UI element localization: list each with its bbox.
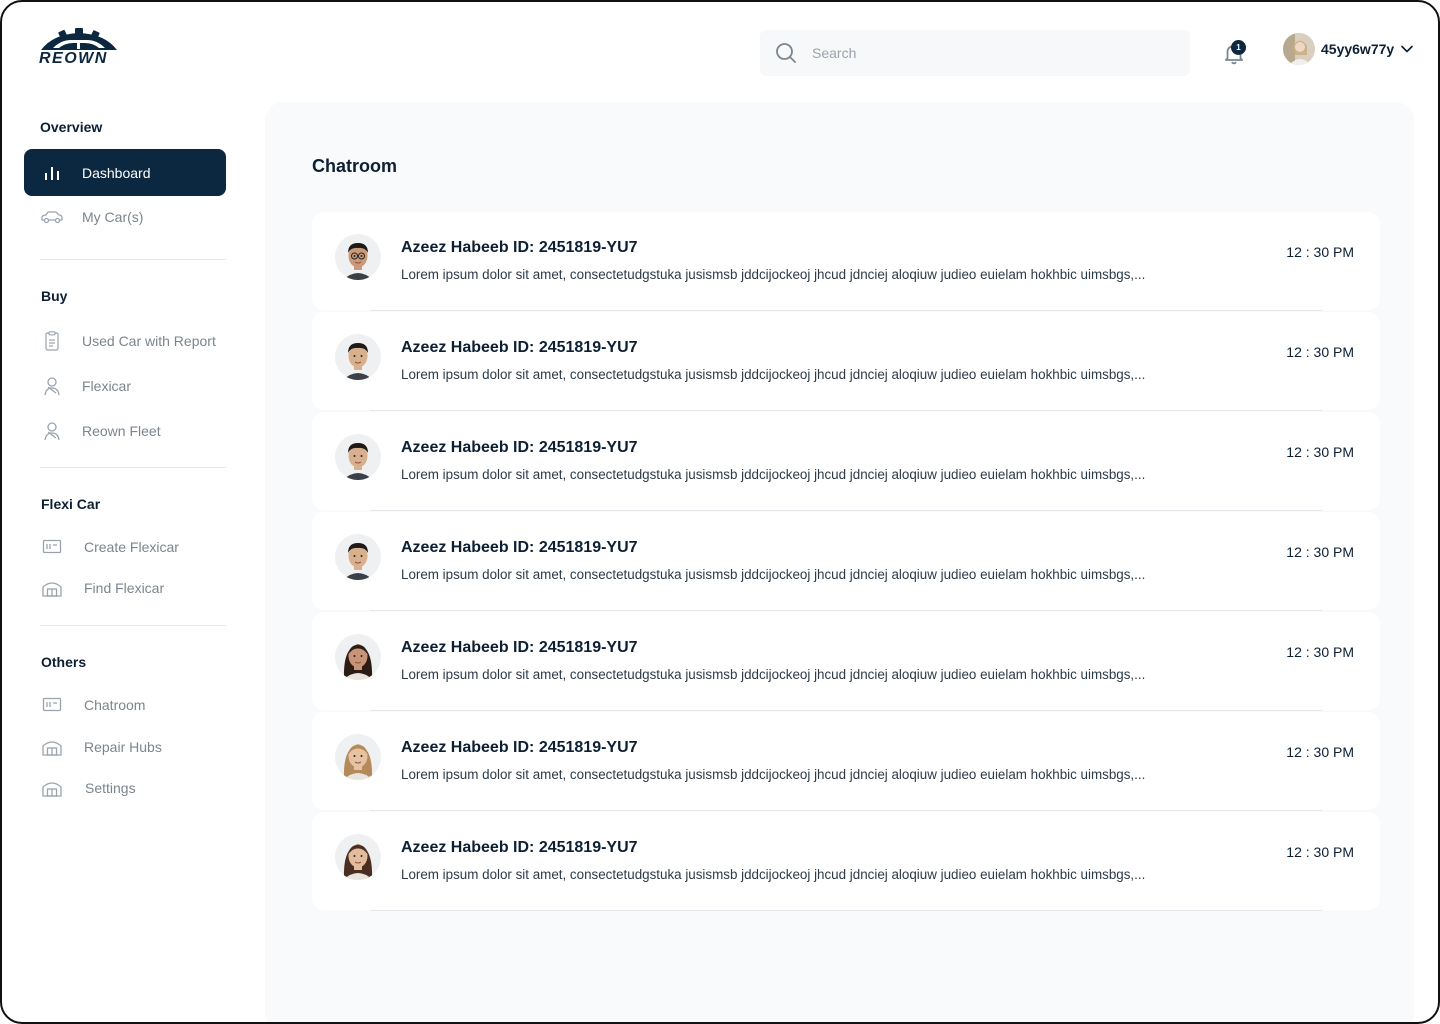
user-menu[interactable]: 45yy6w77y xyxy=(1283,33,1414,65)
monitor-icon xyxy=(40,535,64,559)
monitor-icon xyxy=(40,693,64,717)
garage-icon xyxy=(40,576,64,600)
sidebar-item-dashboard[interactable]: Dashboard xyxy=(24,149,226,196)
person-key-icon xyxy=(40,374,64,398)
message-time: 12 : 30 PM xyxy=(1286,444,1354,460)
sidebar-item-label: Chatroom xyxy=(84,697,146,713)
search-icon xyxy=(776,43,796,63)
user-name: 45yy6w77y xyxy=(1321,41,1395,57)
sidebar-item-label: My Car(s) xyxy=(82,209,144,225)
message-time: 12 : 30 PM xyxy=(1286,244,1354,260)
message-preview: Lorem ipsum dolor sit amet, consectetudg… xyxy=(401,467,1146,482)
reown-logo[interactable]: REOWN xyxy=(39,28,119,68)
section-title-overview: Overview xyxy=(40,119,103,135)
sidebar-item-find-flexicar[interactable]: Find Flexicar xyxy=(24,566,226,610)
search-bar[interactable] xyxy=(760,30,1190,76)
contact-name: Azeez Habeeb ID: 2451819-YU7 xyxy=(401,239,638,256)
sidebar-item-label: Repair Hubs xyxy=(84,739,162,755)
main-content: Chatroom Azeez Habeeb ID: 2451819-YU7 Lo… xyxy=(265,102,1414,1022)
section-title-others: Others xyxy=(41,654,87,670)
person-key-icon xyxy=(40,419,64,443)
sidebar-divider xyxy=(40,259,226,260)
sidebar-item-label: Used Car with Report xyxy=(82,333,216,349)
report-clipboard-icon xyxy=(40,329,64,353)
user-avatar xyxy=(1283,33,1315,65)
sidebar-divider xyxy=(40,467,226,468)
notification-badge: 1 xyxy=(1231,40,1246,55)
sidebar-item-label: Create Flexicar xyxy=(84,539,179,555)
message-preview: Lorem ipsum dolor sit amet, consectetudg… xyxy=(401,367,1146,382)
message-time: 12 : 30 PM xyxy=(1286,744,1354,760)
sidebar-item-my-cars[interactable]: My Car(s) xyxy=(24,195,226,239)
message-time: 12 : 30 PM xyxy=(1286,844,1354,860)
contact-name: Azeez Habeeb ID: 2451819-YU7 xyxy=(401,739,638,756)
contact-name: Azeez Habeeb ID: 2451819-YU7 xyxy=(401,839,638,856)
contact-avatar xyxy=(335,234,381,280)
chat-list-item[interactable]: Azeez Habeeb ID: 2451819-YU7 Lorem ipsum… xyxy=(312,612,1380,711)
car-icon xyxy=(40,205,64,229)
sidebar-item-label: Reown Fleet xyxy=(82,423,161,439)
contact-name: Azeez Habeeb ID: 2451819-YU7 xyxy=(401,439,638,456)
chat-list-item[interactable]: Azeez Habeeb ID: 2451819-YU7 Lorem ipsum… xyxy=(312,512,1380,611)
contact-avatar xyxy=(335,634,381,680)
message-preview: Lorem ipsum dolor sit amet, consectetudg… xyxy=(401,767,1146,782)
contact-name: Azeez Habeeb ID: 2451819-YU7 xyxy=(401,339,638,356)
app-window: REOWN 1 45yy6w77y xyxy=(0,0,1440,1024)
sidebar-item-label: Settings xyxy=(85,780,136,796)
gear-car-logo-icon xyxy=(41,28,117,50)
message-time: 12 : 30 PM xyxy=(1286,344,1354,360)
message-preview: Lorem ipsum dolor sit amet, consectetudg… xyxy=(401,867,1146,882)
contact-avatar xyxy=(335,734,381,780)
sidebar-item-settings[interactable]: Settings xyxy=(24,766,226,810)
contact-name: Azeez Habeeb ID: 2451819-YU7 xyxy=(401,639,638,656)
message-time: 12 : 30 PM xyxy=(1286,644,1354,660)
message-preview: Lorem ipsum dolor sit amet, consectetudg… xyxy=(401,267,1146,282)
logo-wordmark: REOWN xyxy=(39,50,108,67)
contact-name: Azeez Habeeb ID: 2451819-YU7 xyxy=(401,539,638,556)
sidebar-item-used-car-report[interactable]: Used Car with Report xyxy=(24,319,226,363)
chat-list-item[interactable]: Azeez Habeeb ID: 2451819-YU7 Lorem ipsum… xyxy=(312,312,1380,411)
sidebar-item-create-flexicar[interactable]: Create Flexicar xyxy=(24,525,226,569)
section-title-buy: Buy xyxy=(41,288,68,304)
search-input[interactable] xyxy=(812,45,1172,61)
garage-icon xyxy=(40,776,64,800)
contact-avatar xyxy=(335,434,381,480)
sidebar-item-reown-fleet[interactable]: Reown Fleet xyxy=(24,409,226,453)
garage-icon xyxy=(40,735,64,759)
message-preview: Lorem ipsum dolor sit amet, consectetudg… xyxy=(401,667,1146,682)
chat-list-item[interactable]: Azeez Habeeb ID: 2451819-YU7 Lorem ipsum… xyxy=(312,812,1380,911)
chat-list-item[interactable]: Azeez Habeeb ID: 2451819-YU7 Lorem ipsum… xyxy=(312,212,1380,311)
chat-list: Azeez Habeeb ID: 2451819-YU7 Lorem ipsum… xyxy=(312,212,1380,912)
chevron-down-icon xyxy=(1401,45,1413,53)
sidebar-item-chatroom[interactable]: Chatroom xyxy=(24,683,226,727)
sidebar-item-repair-hubs[interactable]: Repair Hubs xyxy=(24,725,226,769)
bar-chart-icon xyxy=(40,161,64,185)
chat-list-item[interactable]: Azeez Habeeb ID: 2451819-YU7 Lorem ipsum… xyxy=(312,412,1380,511)
message-time: 12 : 30 PM xyxy=(1286,544,1354,560)
page-title: Chatroom xyxy=(312,156,397,176)
message-preview: Lorem ipsum dolor sit amet, consectetudg… xyxy=(401,567,1146,582)
sidebar-divider xyxy=(40,625,226,626)
contact-avatar xyxy=(335,834,381,880)
sidebar-item-label: Dashboard xyxy=(82,164,151,181)
sidebar-item-flexicar[interactable]: Flexicar xyxy=(24,364,226,408)
section-title-flexi-car: Flexi Car xyxy=(41,496,101,512)
sidebar-item-label: Find Flexicar xyxy=(84,580,165,596)
chat-list-item[interactable]: Azeez Habeeb ID: 2451819-YU7 Lorem ipsum… xyxy=(312,712,1380,811)
contact-avatar xyxy=(335,334,381,380)
sidebar-item-label: Flexicar xyxy=(82,378,132,394)
contact-avatar xyxy=(335,534,381,580)
